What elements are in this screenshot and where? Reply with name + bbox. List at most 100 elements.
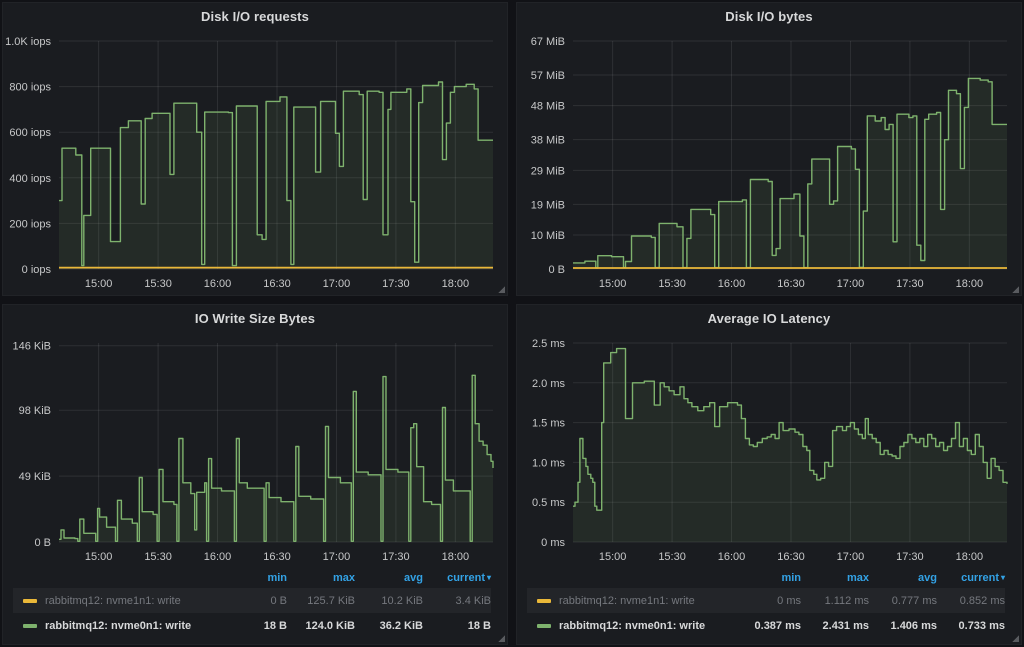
y-tick-label: 0 ms bbox=[541, 537, 565, 549]
legend-sort-avg[interactable]: avg bbox=[355, 572, 423, 584]
panel-disk-io-requests: Disk I/O requests 0 iops200 iops400 iops… bbox=[2, 2, 508, 296]
legend-value-avg: 1.406 ms bbox=[869, 620, 937, 632]
legend-value-max: 124.0 KiB bbox=[287, 620, 355, 632]
x-tick-label: 16:30 bbox=[263, 551, 291, 563]
x-tick-label: 18:00 bbox=[956, 278, 984, 290]
legend-sort-min[interactable]: min bbox=[733, 572, 801, 584]
panel-title-disk-io-bytes[interactable]: Disk I/O bytes bbox=[517, 3, 1021, 29]
legend-sort-current[interactable]: current▾ bbox=[937, 572, 1005, 584]
x-tick-label: 16:00 bbox=[204, 551, 232, 563]
x-tick-label: 16:30 bbox=[777, 551, 805, 563]
series-name-nvme0n1[interactable]: rabbitmq12: nvme0n1: write bbox=[45, 620, 219, 632]
legend-value-max: 1.112 ms bbox=[801, 595, 869, 607]
y-tick-label: 1.0K iops bbox=[5, 36, 51, 48]
legend-value-avg: 10.2 KiB bbox=[355, 595, 423, 607]
legend-average-io-latency: min max avg current▾ rabbitmq12: nvme1n1… bbox=[517, 568, 1021, 644]
y-tick-label: 29 MiB bbox=[531, 165, 565, 177]
dashboard-grid: Disk I/O requests 0 iops200 iops400 iops… bbox=[2, 2, 1022, 645]
chart-average-io-latency[interactable]: 0 ms0.5 ms1.0 ms1.5 ms2.0 ms2.5 ms15:001… bbox=[517, 331, 1021, 568]
legend-sort-max[interactable]: max bbox=[801, 572, 869, 584]
x-tick-label: 15:30 bbox=[658, 278, 686, 290]
y-tick-label: 98 KiB bbox=[19, 405, 51, 417]
legend-value-min: 0 ms bbox=[733, 595, 801, 607]
y-tick-label: 200 iops bbox=[9, 218, 51, 230]
legend-row-nvme1n1: rabbitmq12: nvme1n1: write 0 B 125.7 KiB… bbox=[13, 588, 491, 613]
x-tick-label: 15:00 bbox=[599, 551, 627, 563]
y-tick-label: 2.0 ms bbox=[532, 378, 566, 390]
y-tick-label: 146 KiB bbox=[12, 341, 51, 353]
x-tick-label: 17:30 bbox=[382, 551, 410, 563]
series-fill bbox=[59, 375, 493, 542]
legend-value-current: 3.4 KiB bbox=[423, 595, 491, 607]
panel-resize-handle[interactable] bbox=[1012, 286, 1019, 293]
series-name-nvme1n1[interactable]: rabbitmq12: nvme1n1: write bbox=[559, 595, 733, 607]
x-tick-label: 15:30 bbox=[658, 551, 686, 563]
chart-io-write-size-bytes[interactable]: 0 B49 KiB98 KiB146 KiB15:0015:3016:0016:… bbox=[3, 331, 507, 568]
legend-value-avg: 0.777 ms bbox=[869, 595, 937, 607]
x-tick-label: 15:00 bbox=[85, 278, 113, 290]
y-tick-label: 1.0 ms bbox=[532, 457, 566, 469]
sort-caret-icon: ▾ bbox=[487, 573, 491, 582]
y-tick-label: 67 MiB bbox=[531, 36, 565, 48]
sort-caret-icon: ▾ bbox=[1001, 573, 1005, 582]
x-tick-label: 15:30 bbox=[144, 278, 172, 290]
series-fill bbox=[573, 78, 1007, 269]
x-tick-label: 16:00 bbox=[204, 278, 232, 290]
series-fill bbox=[59, 82, 493, 269]
series-swatch-green bbox=[23, 624, 37, 628]
chart-disk-io-requests[interactable]: 0 iops200 iops400 iops600 iops800 iops1.… bbox=[3, 29, 507, 295]
legend-sort-current[interactable]: current▾ bbox=[423, 572, 491, 584]
x-tick-label: 16:00 bbox=[718, 278, 746, 290]
legend-value-min: 18 B bbox=[219, 620, 287, 632]
chart-canvas: 0 B10 MiB19 MiB29 MiB38 MiB48 MiB57 MiB6… bbox=[517, 29, 1021, 295]
y-tick-label: 1.5 ms bbox=[532, 418, 566, 430]
panel-resize-handle[interactable] bbox=[1012, 635, 1019, 642]
panel-io-write-size-bytes: IO Write Size Bytes 0 B 49 KiB 98 KiB 146 K… bbox=[2, 304, 508, 645]
panel-resize-handle[interactable] bbox=[498, 635, 505, 642]
legend-row-nvme0n1: rabbitmq12: nvme0n1: write 0.387 ms 2.43… bbox=[527, 613, 1005, 638]
legend-value-current: 0.852 ms bbox=[937, 595, 1005, 607]
legend-sort-min[interactable]: min bbox=[219, 572, 287, 584]
series-fill bbox=[573, 349, 1007, 542]
y-tick-label: 0.5 ms bbox=[532, 497, 566, 509]
chart-canvas: 0 B49 KiB98 KiB146 KiB15:0015:3016:0016:… bbox=[3, 331, 507, 568]
x-tick-label: 18:00 bbox=[956, 551, 984, 563]
x-tick-label: 17:00 bbox=[837, 551, 865, 563]
x-tick-label: 15:00 bbox=[85, 551, 113, 563]
y-tick-label: 57 MiB bbox=[531, 70, 565, 82]
x-tick-label: 18:00 bbox=[442, 551, 470, 563]
y-tick-label: 400 iops bbox=[9, 173, 51, 185]
x-tick-label: 17:00 bbox=[323, 551, 351, 563]
panel-resize-handle[interactable] bbox=[498, 286, 505, 293]
x-tick-label: 17:00 bbox=[323, 278, 351, 290]
x-tick-label: 16:00 bbox=[718, 551, 746, 563]
series-swatch-green bbox=[537, 624, 551, 628]
legend-header: min max avg current▾ bbox=[527, 568, 1005, 588]
series-name-nvme0n1[interactable]: rabbitmq12: nvme0n1: write bbox=[559, 620, 733, 632]
legend-row-nvme1n1: rabbitmq12: nvme1n1: write 0 ms 1.112 ms… bbox=[527, 588, 1005, 613]
panel-title-average-io-latency[interactable]: Average IO Latency bbox=[517, 305, 1021, 331]
legend-value-max: 125.7 KiB bbox=[287, 595, 355, 607]
x-tick-label: 16:30 bbox=[263, 278, 291, 290]
legend-value-max: 2.431 ms bbox=[801, 620, 869, 632]
panel-title-disk-io-requests[interactable]: Disk I/O requests bbox=[3, 3, 507, 29]
legend-sort-max[interactable]: max bbox=[287, 572, 355, 584]
chart-disk-io-bytes[interactable]: 0 B10 MiB19 MiB29 MiB38 MiB48 MiB57 MiB6… bbox=[517, 29, 1021, 295]
y-tick-label: 49 KiB bbox=[19, 471, 51, 483]
legend-sort-avg[interactable]: avg bbox=[869, 572, 937, 584]
y-tick-label: 0 B bbox=[548, 264, 565, 276]
legend-value-current: 0.733 ms bbox=[937, 620, 1005, 632]
legend-io-write-size-bytes: min max avg current▾ rabbitmq12: nvme1n1… bbox=[3, 568, 507, 644]
legend-value-min: 0.387 ms bbox=[733, 620, 801, 632]
y-tick-label: 48 MiB bbox=[531, 101, 565, 113]
x-tick-label: 17:30 bbox=[896, 278, 924, 290]
panel-title-io-write-size-bytes[interactable]: IO Write Size Bytes bbox=[3, 305, 507, 331]
legend-value-current: 18 B bbox=[423, 620, 491, 632]
series-name-nvme1n1[interactable]: rabbitmq12: nvme1n1: write bbox=[45, 595, 219, 607]
series-swatch-yellow bbox=[23, 599, 37, 603]
x-tick-label: 17:30 bbox=[382, 278, 410, 290]
panel-average-io-latency: Average IO Latency 0 ms 0.5 ms 1.0 ms 1.5 m… bbox=[516, 304, 1022, 645]
chart-canvas: 0 iops200 iops400 iops600 iops800 iops1.… bbox=[3, 29, 507, 295]
panel-disk-io-bytes: Disk I/O bytes 0 B10 MiB19 MiB29 MiB38 M… bbox=[516, 2, 1022, 296]
legend-value-min: 0 B bbox=[219, 595, 287, 607]
